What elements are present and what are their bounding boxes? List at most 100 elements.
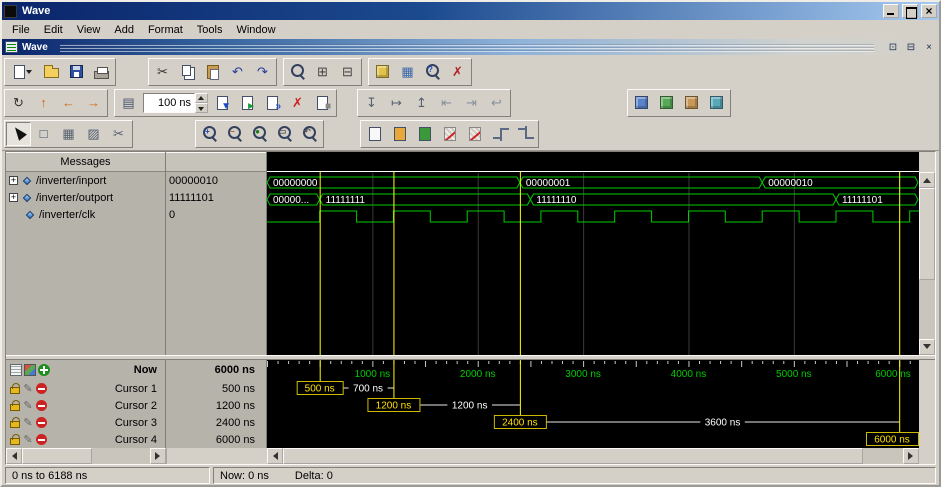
run-length-increment-button[interactable]	[195, 93, 208, 103]
collapse-all-button[interactable]: ⊟	[335, 60, 360, 84]
lock-cursor-icon[interactable]	[10, 421, 20, 428]
step-into-button[interactable]: ↧	[359, 91, 384, 115]
zoom-out-button[interactable]: −	[222, 122, 247, 146]
vertical-scrollbar[interactable]	[919, 152, 935, 355]
waveform-canvas[interactable]: 00000000000000010000001000000...11111111…	[267, 152, 919, 355]
names-scroll-thumb[interactable]	[22, 448, 92, 464]
lock-cursor-icon[interactable]	[10, 438, 20, 445]
edit-cursor-icon[interactable]: ✎	[22, 417, 34, 429]
signal-list-button[interactable]: ▤	[116, 91, 141, 115]
menu-format[interactable]: Format	[141, 22, 190, 38]
stop-button[interactable]: ■	[310, 91, 335, 115]
panel-grip[interactable]	[60, 43, 874, 52]
copy-button[interactable]	[175, 60, 200, 84]
wave-preferences-icon[interactable]	[24, 364, 36, 376]
cut-signal-button[interactable]: ✂	[106, 122, 131, 146]
paste-button[interactable]	[200, 60, 225, 84]
edit-cursor-icon[interactable]: ✎	[22, 400, 34, 412]
environment-back-button[interactable]: ←	[56, 91, 81, 115]
cut-button[interactable]: ✂	[150, 60, 175, 84]
panel-dock-button[interactable]: ⊡	[886, 41, 900, 54]
edit-mode-button[interactable]: ▦	[56, 122, 81, 146]
step-back-button[interactable]: ⇤	[434, 91, 459, 115]
menu-add[interactable]: Add	[107, 22, 141, 38]
signal-row[interactable]: /inverter/outport	[6, 189, 165, 206]
view-memory-button[interactable]: ▦	[395, 60, 420, 84]
edit-cursor-icon[interactable]: ✎	[22, 383, 34, 395]
vscroll-track[interactable]	[919, 188, 935, 339]
expand-icon[interactable]	[9, 176, 18, 185]
names-scroll-right-button[interactable]	[150, 448, 166, 464]
run-length-input[interactable]	[143, 93, 195, 113]
wave-scroll-thumb[interactable]	[283, 448, 863, 464]
names-scrollbar[interactable]	[6, 448, 166, 464]
break-button[interactable]: ✗	[285, 91, 310, 115]
panel-close-button[interactable]: ×	[922, 41, 936, 54]
redo-button[interactable]: ↷	[250, 60, 275, 84]
menu-tools[interactable]: Tools	[190, 22, 230, 38]
undo-button[interactable]: ↶	[225, 60, 250, 84]
names-scroll-left-button[interactable]	[6, 448, 22, 464]
run-length-decrement-button[interactable]	[195, 103, 208, 113]
step-return-button[interactable]: ↩	[484, 91, 509, 115]
simulate-button[interactable]	[370, 60, 395, 84]
step-forward-button[interactable]: ⇥	[459, 91, 484, 115]
show-names-pane-button[interactable]	[362, 122, 387, 146]
continue-run-button[interactable]: ►	[235, 91, 260, 115]
step-over-button[interactable]: ↦	[384, 91, 409, 115]
menu-edit[interactable]: Edit	[37, 22, 70, 38]
delete-cursor-icon[interactable]	[36, 417, 47, 428]
close-button[interactable]	[921, 4, 937, 18]
run-button[interactable]: ▼	[210, 91, 235, 115]
zoom-in-button[interactable]: +	[197, 122, 222, 146]
cursor-row[interactable]: ✎Cursor 1500 ns	[6, 380, 267, 397]
wave-scroll-right-button[interactable]	[903, 448, 919, 464]
environment-forward-button[interactable]: →	[81, 91, 106, 115]
view-locals-button[interactable]	[704, 91, 729, 115]
title-bar[interactable]: Wave	[2, 2, 939, 20]
lock-cursor-icon[interactable]	[10, 387, 20, 394]
delete-pane-button[interactable]	[437, 122, 462, 146]
delete-cursor-icon[interactable]	[36, 383, 47, 394]
wave-scrollbar[interactable]	[267, 448, 919, 464]
minimize-button[interactable]	[883, 4, 899, 18]
edit-cursor-icon[interactable]: ✎	[22, 434, 34, 446]
lock-cursor-icon[interactable]	[10, 404, 20, 411]
menu-view[interactable]: View	[70, 22, 108, 38]
run-all-button[interactable]: »	[260, 91, 285, 115]
cursor-row[interactable]: ✎Cursor 21200 ns	[6, 397, 267, 414]
zoom-range-button[interactable]: ▭	[272, 122, 297, 146]
zoom-last-button[interactable]: ↶	[297, 122, 322, 146]
examine-button[interactable]: ?	[420, 60, 445, 84]
zoom-full-button[interactable]: ●	[247, 122, 272, 146]
expand-all-button[interactable]: ⊞	[310, 60, 335, 84]
select-mode-button[interactable]	[6, 122, 31, 146]
expand-icon[interactable]	[9, 193, 18, 202]
stretch-edge-button[interactable]: ▨	[81, 122, 106, 146]
scroll-down-button[interactable]	[919, 339, 935, 355]
find-button[interactable]	[285, 60, 310, 84]
find-rising-edge-button[interactable]	[487, 122, 512, 146]
now-row[interactable]: Now6000 ns	[6, 360, 267, 380]
add-cursor-button[interactable]	[38, 364, 50, 376]
new-button[interactable]	[6, 60, 39, 84]
show-waveform-pane-button[interactable]	[412, 122, 437, 146]
view-list-button[interactable]	[654, 91, 679, 115]
signal-row[interactable]: /inverter/clk	[6, 206, 165, 223]
step-out-button[interactable]: ↥	[409, 91, 434, 115]
view-dataflow-button[interactable]	[629, 91, 654, 115]
menu-file[interactable]: File	[5, 22, 37, 38]
scroll-up-button[interactable]	[919, 172, 935, 188]
messages-header[interactable]: Messages	[6, 152, 165, 172]
delete-cursor-icon[interactable]	[36, 400, 47, 411]
view-objects-button[interactable]	[679, 91, 704, 115]
save-button[interactable]	[64, 60, 89, 84]
maximize-button[interactable]	[902, 4, 918, 18]
timeline-settings-icon[interactable]	[10, 364, 22, 376]
find-falling-edge-button[interactable]	[512, 122, 537, 146]
cursor-row[interactable]: ✎Cursor 46000 ns	[6, 431, 267, 448]
show-values-pane-button[interactable]	[387, 122, 412, 146]
zoom-mode-button[interactable]: □	[31, 122, 56, 146]
delete-cursor-icon[interactable]	[36, 434, 47, 445]
open-button[interactable]	[39, 60, 64, 84]
